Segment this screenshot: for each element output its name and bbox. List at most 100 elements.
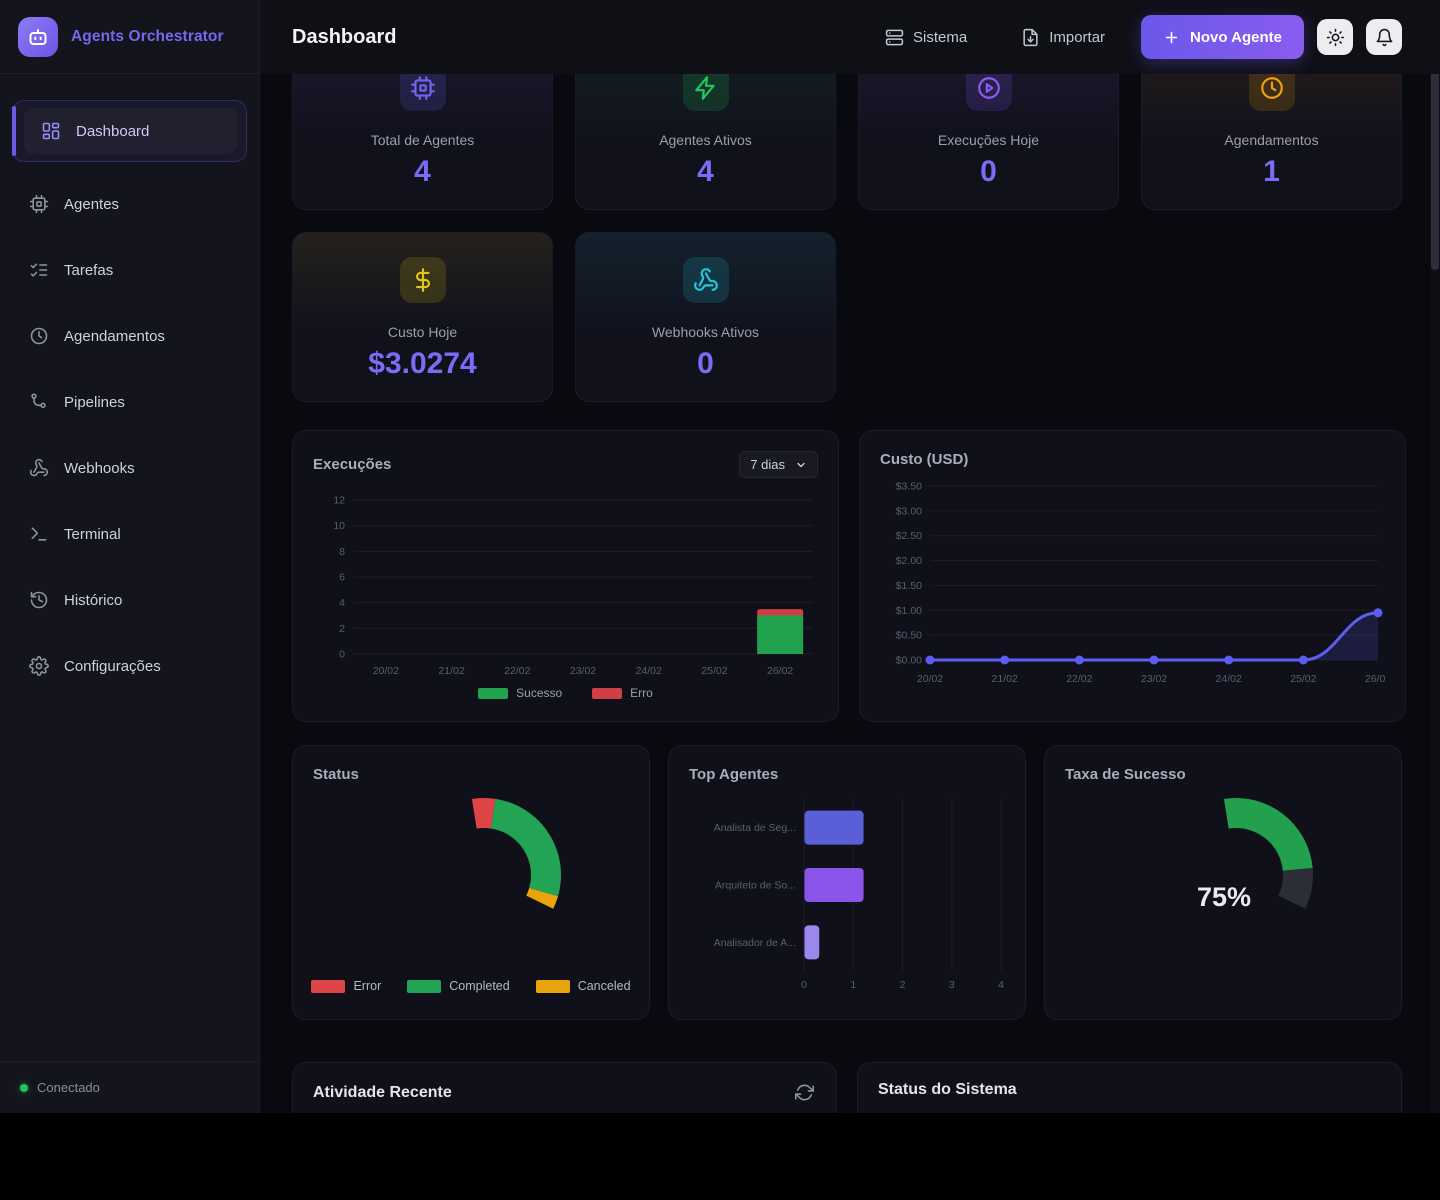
gear-icon (29, 656, 49, 676)
notifications-button[interactable] (1366, 19, 1402, 55)
stat-label: Total de Agentes (371, 132, 475, 148)
history-icon (29, 590, 49, 610)
svg-text:24/02: 24/02 (636, 665, 662, 677)
sidebar-item-label: Webhooks (64, 460, 135, 477)
svg-text:25/02: 25/02 (1290, 673, 1316, 685)
bolt-icon (683, 74, 729, 111)
sidebar-item-tarefas[interactable]: Tarefas (12, 246, 247, 294)
svg-text:26/02: 26/02 (1365, 673, 1385, 685)
top-agentes-bar-chart: 01234Analista de Seg...Arquiteto de So..… (689, 793, 1007, 998)
chart-title: Custo (USD) (880, 451, 968, 468)
sistema-label: Sistema (913, 29, 967, 46)
svg-text:$3.50: $3.50 (896, 481, 922, 493)
top-agentes-chart-card: Top Agentes 01234Analista de Seg...Arqui… (668, 745, 1026, 1020)
svg-text:0: 0 (339, 649, 345, 661)
svg-text:22/02: 22/02 (504, 665, 530, 677)
sidebar-item-label: Dashboard (76, 123, 149, 140)
theme-toggle-button[interactable] (1317, 19, 1353, 55)
sidebar-item-dashboard[interactable]: Dashboard (12, 100, 247, 162)
legend-label: Canceled (578, 979, 631, 993)
erro-swatch (592, 688, 622, 699)
chart-title: Status (313, 766, 629, 783)
sun-icon (1326, 28, 1345, 47)
execucoes-bar-chart: 02468101220/0221/0222/0223/0224/0225/022… (313, 488, 818, 678)
app-window: Agents Orchestrator Dashboard Agentes Ta… (0, 0, 1440, 1113)
stat-label: Agentes Ativos (659, 132, 752, 148)
svg-text:Arquiteto de So...: Arquiteto de So... (715, 880, 796, 892)
sidebar-item-terminal[interactable]: Terminal (12, 510, 247, 558)
importar-button[interactable]: Importar (1021, 28, 1105, 47)
novo-agente-button[interactable]: Novo Agente (1141, 15, 1304, 59)
legend-label: Error (353, 979, 381, 993)
robot-logo-icon (18, 17, 58, 57)
svg-text:2: 2 (900, 979, 906, 991)
execucoes-chart-card: Execuções 7 dias 02468101220/0221/0222/0… (292, 430, 839, 722)
svg-text:0: 0 (801, 979, 807, 991)
chevron-down-icon (795, 459, 807, 471)
svg-text:3: 3 (949, 979, 955, 991)
stat-value: 4 (414, 155, 431, 189)
error-swatch (311, 980, 345, 993)
sucesso-swatch (478, 688, 508, 699)
small-charts-row: Status Error Completed Canceled Top Agen… (292, 745, 1402, 1020)
svg-text:12: 12 (333, 495, 345, 507)
sidebar-nav: Dashboard Agentes Tarefas Agendamentos (0, 74, 259, 1061)
sidebar-item-label: Agentes (64, 196, 119, 213)
stat-card-total-agentes: Total de Agentes 4 (292, 74, 553, 210)
stat-label: Execuções Hoje (938, 132, 1039, 148)
legend-label: Erro (630, 686, 653, 700)
novo-agente-label: Novo Agente (1190, 29, 1282, 46)
sidebar-item-webhooks[interactable]: Webhooks (12, 444, 247, 492)
sidebar-item-label: Pipelines (64, 394, 125, 411)
chip-icon (29, 194, 49, 214)
connection-status: Conectado (0, 1061, 259, 1113)
sidebar-item-agendamentos[interactable]: Agendamentos (12, 312, 247, 360)
webhook-icon (683, 257, 729, 303)
completed-swatch (407, 980, 441, 993)
gauge-value: 75% (1174, 882, 1274, 913)
charts-row: Execuções 7 dias 02468101220/0221/0222/0… (292, 430, 1402, 722)
svg-text:26/02: 26/02 (767, 665, 793, 677)
custo-line-chart: $0.00$0.50$1.00$1.50$2.00$2.50$3.00$3.50… (880, 478, 1385, 696)
server-icon (885, 28, 904, 47)
chip-icon (400, 74, 446, 111)
stat-value: 4 (697, 155, 714, 189)
status-do-sistema-card: Status do Sistema (857, 1062, 1402, 1113)
svg-text:$1.50: $1.50 (896, 580, 922, 592)
svg-text:24/02: 24/02 (1216, 673, 1242, 685)
range-selector-value: 7 dias (750, 457, 785, 472)
stat-value: 0 (980, 155, 997, 189)
importar-label: Importar (1049, 29, 1105, 46)
sidebar-item-agentes[interactable]: Agentes (12, 180, 247, 228)
bell-icon (1375, 28, 1394, 47)
status-dot (20, 1084, 28, 1092)
sistema-button[interactable]: Sistema (885, 28, 967, 47)
pipeline-icon (29, 392, 49, 412)
sidebar-item-configuracoes[interactable]: Configurações (12, 642, 247, 690)
svg-text:$2.50: $2.50 (896, 530, 922, 542)
svg-text:21/02: 21/02 (438, 665, 464, 677)
range-selector-dropdown[interactable]: 7 dias (739, 451, 818, 478)
stats-row-2: Custo Hoje $3.0274 Webhooks Ativos 0 (292, 232, 1402, 402)
svg-text:22/02: 22/02 (1066, 673, 1092, 685)
legend-label: Sucesso (516, 686, 562, 700)
file-import-icon (1021, 28, 1040, 47)
clock-icon (1249, 74, 1295, 111)
svg-text:Analisador de A...: Analisador de A... (714, 937, 796, 949)
stat-label: Custo Hoje (388, 324, 457, 340)
section-title: Status do Sistema (878, 1081, 1017, 1099)
svg-text:$3.00: $3.00 (896, 505, 922, 517)
page-header: Dashboard Sistema Importar Novo Agente (260, 0, 1440, 74)
canceled-swatch (536, 980, 570, 993)
webhook-icon (29, 458, 49, 478)
refresh-button[interactable] (793, 1081, 816, 1104)
sidebar-item-historico[interactable]: Histórico (12, 576, 247, 624)
svg-text:$0.00: $0.00 (896, 655, 922, 667)
svg-text:25/02: 25/02 (701, 665, 727, 677)
sidebar-item-pipelines[interactable]: Pipelines (12, 378, 247, 426)
section-title: Atividade Recente (313, 1084, 452, 1102)
chart-title: Top Agentes (689, 766, 1005, 783)
legend-label: Completed (449, 979, 509, 993)
sidebar-item-label: Configurações (64, 658, 161, 675)
svg-text:Analista de Seg...: Analista de Seg... (714, 822, 796, 834)
